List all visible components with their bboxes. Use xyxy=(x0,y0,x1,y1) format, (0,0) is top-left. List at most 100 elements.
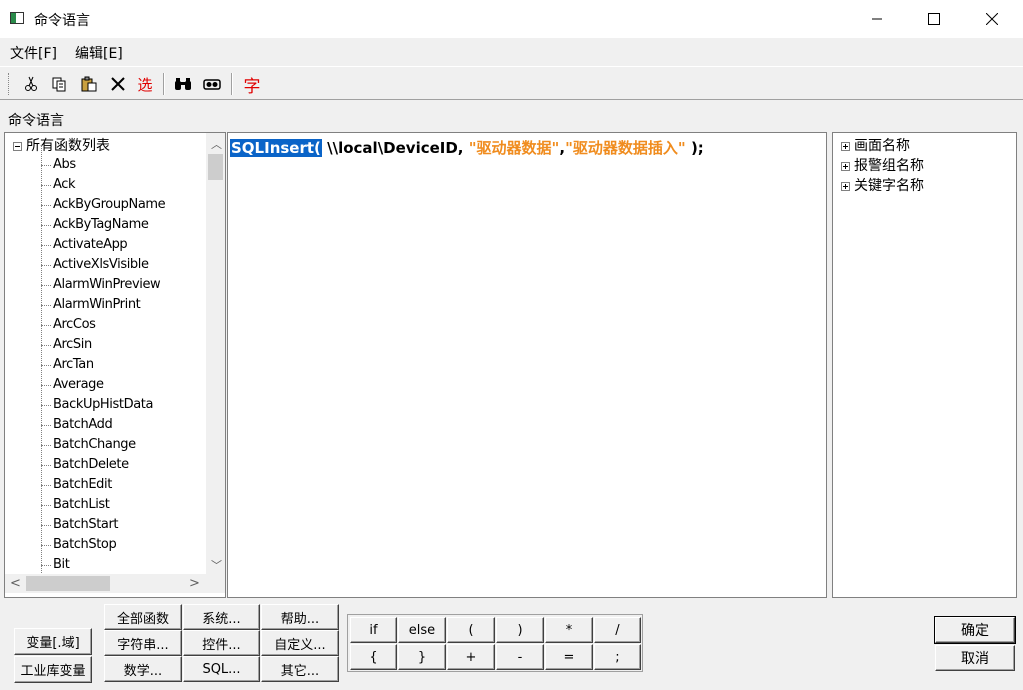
scroll-thumb[interactable] xyxy=(208,154,223,180)
delete-icon[interactable] xyxy=(107,73,129,95)
right-brace-button[interactable]: } xyxy=(398,644,446,670)
tree-item-label: 关键字名称 xyxy=(854,178,924,194)
function-item[interactable]: ArcTan xyxy=(5,355,205,375)
right-paren-button[interactable]: ) xyxy=(496,617,544,643)
code-editor[interactable]: SQLInsert( \\local\DeviceID, "驱动器数据","驱动… xyxy=(227,132,827,598)
function-item[interactable]: BatchDelete xyxy=(5,455,205,475)
font-button[interactable]: 字 xyxy=(241,73,263,97)
tree-root-label: 所有函数列表 xyxy=(26,138,110,154)
find-icon[interactable] xyxy=(172,73,194,95)
function-item[interactable]: Average xyxy=(5,375,205,395)
expand-icon[interactable] xyxy=(841,141,850,151)
cut-icon[interactable] xyxy=(20,73,42,95)
tree-item-label: 报警组名称 xyxy=(854,158,924,174)
function-item[interactable]: Bit xyxy=(5,555,205,575)
plus-button[interactable]: + xyxy=(447,644,495,670)
multiply-button[interactable]: * xyxy=(545,617,593,643)
string-literal: "驱动器数据插入" xyxy=(565,139,686,157)
minus-button[interactable]: - xyxy=(496,644,544,670)
window-title: 命令语言 xyxy=(34,13,90,29)
toolbar-grip[interactable] xyxy=(8,73,12,95)
selected-text: SQLInsert( xyxy=(230,139,322,157)
equals-button[interactable]: = xyxy=(545,644,593,670)
variable-field-button[interactable]: 变量[.域] xyxy=(14,628,92,655)
code-tail: ); xyxy=(685,139,704,157)
ok-button[interactable]: 确定 xyxy=(935,617,1015,643)
minimize-button[interactable] xyxy=(848,0,906,38)
select-all-button[interactable]: 选 xyxy=(134,73,156,95)
code-argument: \\local\DeviceID, xyxy=(321,139,469,157)
function-item[interactable]: BatchList xyxy=(5,495,205,515)
scroll-down-icon[interactable]: ﹀ xyxy=(211,557,222,573)
all-functions-button[interactable]: 全部函数 xyxy=(104,604,182,630)
collapse-icon[interactable] xyxy=(13,141,22,151)
left-brace-button[interactable]: { xyxy=(350,644,397,670)
control-button[interactable]: 控件... xyxy=(183,630,260,656)
function-item[interactable]: AckByTagName xyxy=(5,215,205,235)
function-list: Abs Ack AckByGroupName AckByTagName Acti… xyxy=(5,155,205,575)
maximize-icon xyxy=(928,13,940,25)
scroll-thumb[interactable] xyxy=(26,576,110,591)
function-item[interactable]: AlarmWinPreview xyxy=(5,275,205,295)
tree-item-screen-names[interactable]: 画面名称 xyxy=(841,135,910,155)
custom-button[interactable]: 自定义... xyxy=(261,630,339,656)
function-item[interactable]: BatchStop xyxy=(5,535,205,555)
string-literal: "驱动器数据" xyxy=(468,139,560,157)
toolbar-separator xyxy=(231,73,233,95)
function-item[interactable]: AckByGroupName xyxy=(5,195,205,215)
function-item[interactable]: ActivateApp xyxy=(5,235,205,255)
other-button[interactable]: 其它... xyxy=(261,656,339,682)
function-item[interactable]: Abs xyxy=(5,155,205,175)
industrial-var-button[interactable]: 工业库变量 xyxy=(14,656,92,683)
maximize-button[interactable] xyxy=(905,0,963,38)
code-line: SQLInsert( \\local\DeviceID, "驱动器数据","驱动… xyxy=(230,137,704,158)
resource-tree-panel: 画面名称 报警组名称 关键字名称 xyxy=(832,132,1017,598)
paste-icon[interactable] xyxy=(78,73,100,95)
replace-icon[interactable] xyxy=(201,73,223,95)
else-button[interactable]: else xyxy=(398,617,446,643)
if-button[interactable]: if xyxy=(350,617,397,643)
scrollbar-corner xyxy=(206,574,225,593)
math-button[interactable]: 数学... xyxy=(104,656,182,682)
expand-icon[interactable] xyxy=(841,161,850,171)
function-item[interactable]: ArcSin xyxy=(5,335,205,355)
menu-file[interactable]: 文件[F] xyxy=(10,43,57,63)
function-item[interactable]: BatchEdit xyxy=(5,475,205,495)
function-item[interactable]: AlarmWinPrint xyxy=(5,295,205,315)
system-button[interactable]: 系统... xyxy=(183,604,260,630)
sql-button[interactable]: SQL... xyxy=(183,656,260,682)
scroll-up-icon[interactable]: ︿ xyxy=(211,136,222,152)
function-item[interactable]: Ack xyxy=(5,175,205,195)
menu-bar: 文件[F] 编辑[E] xyxy=(0,38,1023,64)
function-item[interactable]: ArcCos xyxy=(5,315,205,335)
help-button[interactable]: 帮助... xyxy=(261,604,339,630)
horizontal-scrollbar[interactable]: < > xyxy=(5,574,206,593)
menu-edit[interactable]: 编辑[E] xyxy=(75,43,123,63)
scroll-left-icon[interactable]: < xyxy=(10,576,21,591)
function-tree-panel: 所有函数列表 Abs Ack AckByGroupName AckByTagNa… xyxy=(4,132,226,598)
minimize-icon xyxy=(872,18,882,20)
function-item[interactable]: BatchChange xyxy=(5,435,205,455)
function-item[interactable]: BackUpHistData xyxy=(5,395,205,415)
function-item[interactable]: BatchAdd xyxy=(5,415,205,435)
tree-item-keywords[interactable]: 关键字名称 xyxy=(841,175,924,195)
function-tree-root[interactable]: 所有函数列表 xyxy=(13,135,110,155)
string-button[interactable]: 字符串... xyxy=(104,630,182,656)
cancel-button[interactable]: 取消 xyxy=(935,645,1015,671)
left-paren-button[interactable]: ( xyxy=(447,617,495,643)
title-bar: 命令语言 xyxy=(0,0,1023,38)
scroll-right-icon[interactable]: > xyxy=(189,576,200,591)
tree-item-label: 画面名称 xyxy=(854,138,910,154)
semicolon-button[interactable]: ; xyxy=(594,644,641,670)
close-button[interactable] xyxy=(963,0,1021,38)
section-label: 命令语言 xyxy=(8,113,64,129)
close-icon xyxy=(986,13,998,25)
app-icon xyxy=(10,12,24,24)
divide-button[interactable]: / xyxy=(594,617,641,643)
copy-icon[interactable] xyxy=(48,73,70,95)
tree-item-alarm-groups[interactable]: 报警组名称 xyxy=(841,155,924,175)
function-item[interactable]: BatchStart xyxy=(5,515,205,535)
vertical-scrollbar[interactable]: ︿ ﹀ xyxy=(206,133,225,574)
function-item[interactable]: ActiveXlsVisible xyxy=(5,255,205,275)
expand-icon[interactable] xyxy=(841,181,850,191)
